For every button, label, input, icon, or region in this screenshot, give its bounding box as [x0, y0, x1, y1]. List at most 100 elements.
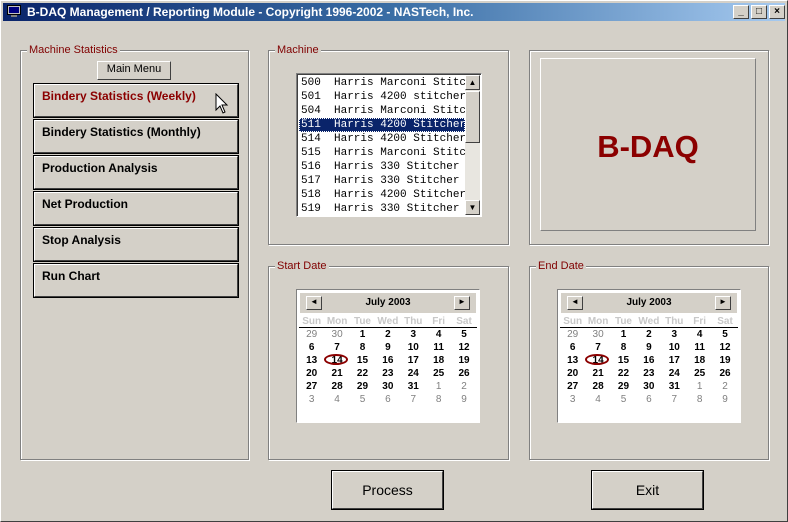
calendar-day[interactable]: 13 — [560, 354, 585, 367]
main-menu-button[interactable]: Main Menu — [97, 61, 171, 80]
calendar-day[interactable]: 7 — [662, 393, 687, 406]
calendar-day[interactable]: 20 — [560, 367, 585, 380]
calendar-day[interactable]: 8 — [426, 393, 451, 406]
title-bar[interactable]: B-DAQ Management / Reporting Module - Co… — [3, 3, 785, 21]
close-button[interactable]: × — [769, 5, 785, 19]
machine-list-item[interactable]: 516 Harris 330 Stitcher — [299, 160, 465, 174]
calendar-day[interactable]: 18 — [687, 354, 712, 367]
maximize-button[interactable]: □ — [751, 5, 767, 19]
calendar-day[interactable]: 6 — [375, 393, 400, 406]
calendar-day[interactable]: 7 — [324, 341, 349, 354]
calendar-day[interactable]: 10 — [662, 341, 687, 354]
next-month-arrow-icon[interactable]: ► — [715, 296, 731, 310]
calendar-day[interactable]: 6 — [299, 341, 324, 354]
calendar-day-today[interactable]: 14 — [324, 354, 349, 367]
calendar-day[interactable]: 6 — [636, 393, 661, 406]
scroll-down-arrow-icon[interactable]: ▼ — [465, 200, 480, 215]
machine-list-item[interactable]: 519 Harris 330 Stitcher — [299, 202, 465, 216]
scroll-up-arrow-icon[interactable]: ▲ — [465, 75, 480, 90]
exit-button[interactable]: Exit — [591, 470, 704, 510]
calendar-day[interactable]: 3 — [401, 328, 426, 341]
calendar-day[interactable]: 2 — [451, 380, 476, 393]
calendar-day[interactable]: 8 — [350, 341, 375, 354]
machine-list-item[interactable]: 501 Harris 4200 stitcher — [299, 90, 465, 104]
calendar-day[interactable]: 5 — [451, 328, 476, 341]
calendar-day[interactable]: 1 — [611, 328, 636, 341]
calendar-day[interactable]: 25 — [687, 367, 712, 380]
calendar-day[interactable]: 5 — [712, 328, 737, 341]
calendar-day[interactable]: 11 — [687, 341, 712, 354]
calendar-day[interactable]: 6 — [560, 341, 585, 354]
calendar-day[interactable]: 3 — [560, 393, 585, 406]
end-date-calendar[interactable]: July 2003 ◄ ► Sun Mon Tue Wed Thu Fri Sat 29 30 1… — [557, 289, 741, 423]
calendar-day[interactable]: 27 — [560, 380, 585, 393]
calendar-day[interactable]: 3 — [299, 393, 324, 406]
calendar-day[interactable]: 19 — [451, 354, 476, 367]
calendar-day[interactable]: 16 — [375, 354, 400, 367]
machine-list-item[interactable]: 504 Harris Marconi Stitcher — [299, 104, 465, 118]
calendar-day[interactable]: 13 — [299, 354, 324, 367]
calendar-day[interactable]: 23 — [636, 367, 661, 380]
calendar-day[interactable]: 12 — [712, 341, 737, 354]
calendar-day[interactable]: 1 — [426, 380, 451, 393]
previous-month-arrow-icon[interactable]: ◄ — [306, 296, 322, 310]
calendar-day[interactable]: 10 — [401, 341, 426, 354]
calendar-day[interactable]: 9 — [636, 341, 661, 354]
calendar-day[interactable]: 30 — [324, 328, 349, 341]
calendar-day[interactable]: 25 — [426, 367, 451, 380]
machine-list-item[interactable]: 500 Harris Marconi Stitcher — [299, 76, 465, 90]
net-production-button[interactable]: Net Production — [33, 191, 239, 226]
calendar-day[interactable]: 19 — [712, 354, 737, 367]
previous-month-arrow-icon[interactable]: ◄ — [567, 296, 583, 310]
production-analysis-button[interactable]: Production Analysis — [33, 155, 239, 190]
calendar-day[interactable]: 5 — [611, 393, 636, 406]
calendar-day[interactable]: 2 — [712, 380, 737, 393]
calendar-day[interactable]: 22 — [350, 367, 375, 380]
calendar-day[interactable]: 2 — [375, 328, 400, 341]
calendar-day[interactable]: 29 — [299, 328, 324, 341]
calendar-day[interactable]: 1 — [350, 328, 375, 341]
stop-analysis-button[interactable]: Stop Analysis — [33, 227, 239, 262]
machine-list-scrollbar[interactable]: ▲ ▼ — [465, 75, 480, 215]
calendar-day[interactable]: 21 — [585, 367, 610, 380]
calendar-day[interactable]: 23 — [375, 367, 400, 380]
calendar-day[interactable]: 26 — [712, 367, 737, 380]
calendar-day[interactable]: 29 — [350, 380, 375, 393]
calendar-day[interactable]: 4 — [585, 393, 610, 406]
calendar-day[interactable]: 12 — [451, 341, 476, 354]
calendar-day[interactable]: 21 — [324, 367, 349, 380]
calendar-day-today[interactable]: 14 — [585, 354, 610, 367]
calendar-day[interactable]: 30 — [375, 380, 400, 393]
calendar-day[interactable]: 17 — [401, 354, 426, 367]
next-month-arrow-icon[interactable]: ► — [454, 296, 470, 310]
calendar-day[interactable]: 15 — [350, 354, 375, 367]
machine-list-item[interactable]: 514 Harris 4200 Stitcher — [299, 132, 465, 146]
calendar-day[interactable]: 3 — [662, 328, 687, 341]
calendar-day[interactable]: 20 — [299, 367, 324, 380]
machine-list-item[interactable]: 517 Harris 330 Stitcher — [299, 174, 465, 188]
run-chart-button[interactable]: Run Chart — [33, 263, 239, 298]
calendar-day[interactable]: 15 — [611, 354, 636, 367]
machine-listbox[interactable]: 500 Harris Marconi Stitcher 501 Harris 4… — [296, 73, 482, 217]
calendar-day[interactable]: 4 — [426, 328, 451, 341]
bindery-statistics-monthly-button[interactable]: Bindery Statistics (Monthly) — [33, 119, 239, 154]
calendar-day[interactable]: 28 — [585, 380, 610, 393]
bindery-statistics-weekly-button[interactable]: Bindery Statistics (Weekly) — [33, 83, 239, 118]
calendar-day[interactable]: 17 — [662, 354, 687, 367]
calendar-day[interactable]: 18 — [426, 354, 451, 367]
calendar-day[interactable]: 29 — [560, 328, 585, 341]
calendar-day[interactable]: 9 — [451, 393, 476, 406]
machine-list-item[interactable]: 515 Harris Marconi Stitcher — [299, 146, 465, 160]
calendar-day[interactable]: 4 — [687, 328, 712, 341]
process-button[interactable]: Process — [331, 470, 444, 510]
calendar-day[interactable]: 16 — [636, 354, 661, 367]
calendar-day[interactable]: 7 — [585, 341, 610, 354]
calendar-day[interactable]: 2 — [636, 328, 661, 341]
calendar-day[interactable]: 24 — [401, 367, 426, 380]
calendar-day[interactable]: 7 — [401, 393, 426, 406]
calendar-day[interactable]: 8 — [611, 341, 636, 354]
calendar-day[interactable]: 30 — [636, 380, 661, 393]
calendar-day[interactable]: 31 — [401, 380, 426, 393]
calendar-day[interactable]: 28 — [324, 380, 349, 393]
minimize-button[interactable]: _ — [733, 5, 749, 19]
